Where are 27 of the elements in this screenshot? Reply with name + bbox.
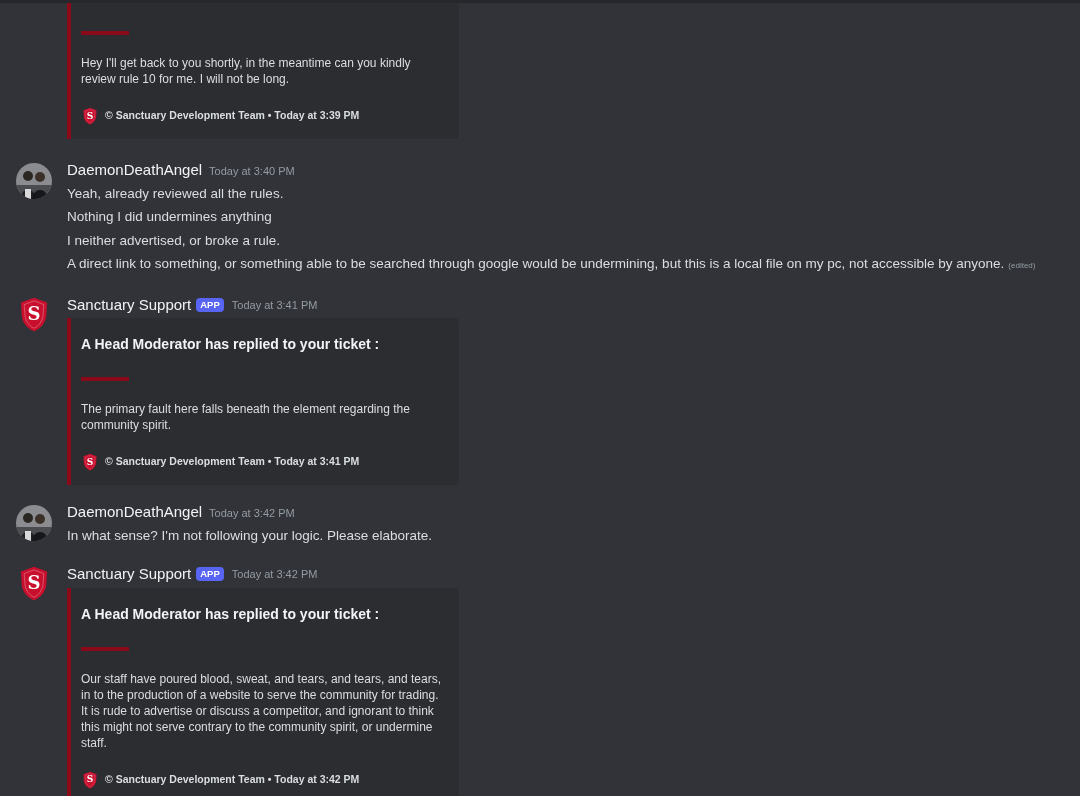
message-text: I neither advertised, or broke a rule.: [67, 231, 281, 250]
shield-logo-icon: S: [81, 770, 99, 789]
username[interactable]: DaemonDeathAngel: [67, 501, 203, 524]
app-tag: APP: [196, 567, 224, 582]
username[interactable]: Sanctuary Support: [67, 563, 192, 586]
message-text: Yeah, already reviewed all the rules.: [67, 184, 284, 203]
edited-label: (edited): [1008, 260, 1036, 272]
app-tag: APP: [196, 297, 224, 312]
username[interactable]: DaemonDeathAngel: [67, 159, 203, 182]
timestamp: Today at 3:41 PM: [231, 297, 318, 313]
embed-title: A Head Moderator has replied to your ticket :: [81, 335, 381, 354]
embed-description: Hey I'll get back to you shortly, in the meantime can you kindly review rule 10 for me. I will not be long.: [81, 55, 412, 87]
embed-description: The primary fault here falls beneath the element regarding the community spirit.: [81, 401, 411, 433]
embed-title: A Head Moderator has replied to your ticket :: [81, 604, 381, 624]
shield-logo-icon: S: [81, 107, 99, 125]
message-text: Nothing I did undermines anything: [67, 208, 272, 226]
username[interactable]: Sanctuary Support: [67, 293, 192, 316]
embed-description: Our staff have poured blood, sweat, and tears, and tears, and tears, in to the production of a website to serve the community for trading. It is rude to advertise or discuss a competitor, and ignorant to think this might not serve contrary to the community spirit, or undermine staff.: [81, 670, 442, 751]
timestamp: Today at 3:42 PM: [209, 506, 295, 521]
message-text: In what sense? I'm not following your logic. Please elaborate.: [67, 526, 433, 545]
embed-footer: © Sanctuary Development Team • Today at 3:41 PM: [105, 454, 360, 470]
message-text: A direct link to something, or something able to be searched through google would be undermining, but this is a local file on my pc, not accessible by anyone.: [67, 255, 1005, 273]
embed-footer: © Sanctuary Development Team • Today at 3:39 PM: [105, 108, 360, 124]
embed-footer: © Sanctuary Development Team • Today at 3:42 PM: [105, 771, 360, 788]
timestamp: Today at 3:40 PM: [209, 164, 295, 179]
timestamp: Today at 3:42 PM: [231, 567, 318, 582]
shield-logo-icon: S: [81, 453, 99, 471]
